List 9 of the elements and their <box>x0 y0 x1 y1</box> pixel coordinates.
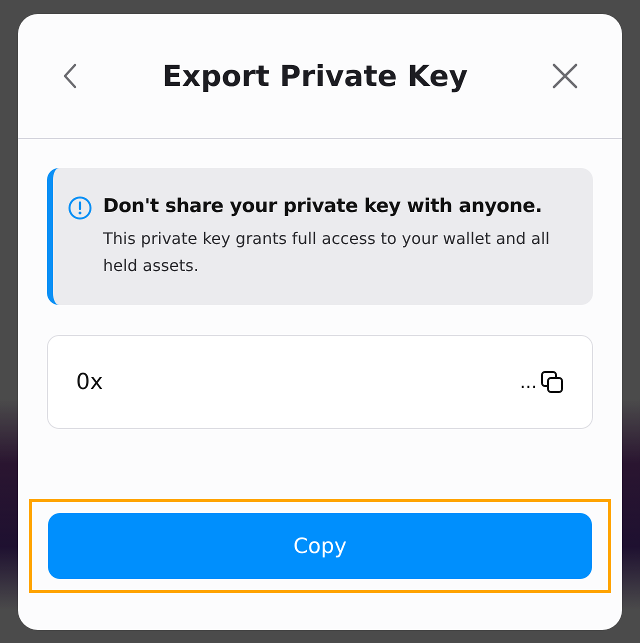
alert-title: Don't share your private key with anyone. <box>103 195 544 217</box>
ellipsis-text: ... <box>520 372 537 392</box>
close-icon <box>552 63 578 89</box>
private-key-field[interactable]: 0x ... <box>47 335 593 429</box>
copy-icon[interactable] <box>540 370 564 394</box>
alert-message: This private key grants full access to your wallet and all held assets. <box>103 228 551 277</box>
exclamation-circle-icon <box>68 196 92 220</box>
chevron-left-icon <box>62 62 78 90</box>
dialog-title: Export Private Key <box>162 59 468 93</box>
